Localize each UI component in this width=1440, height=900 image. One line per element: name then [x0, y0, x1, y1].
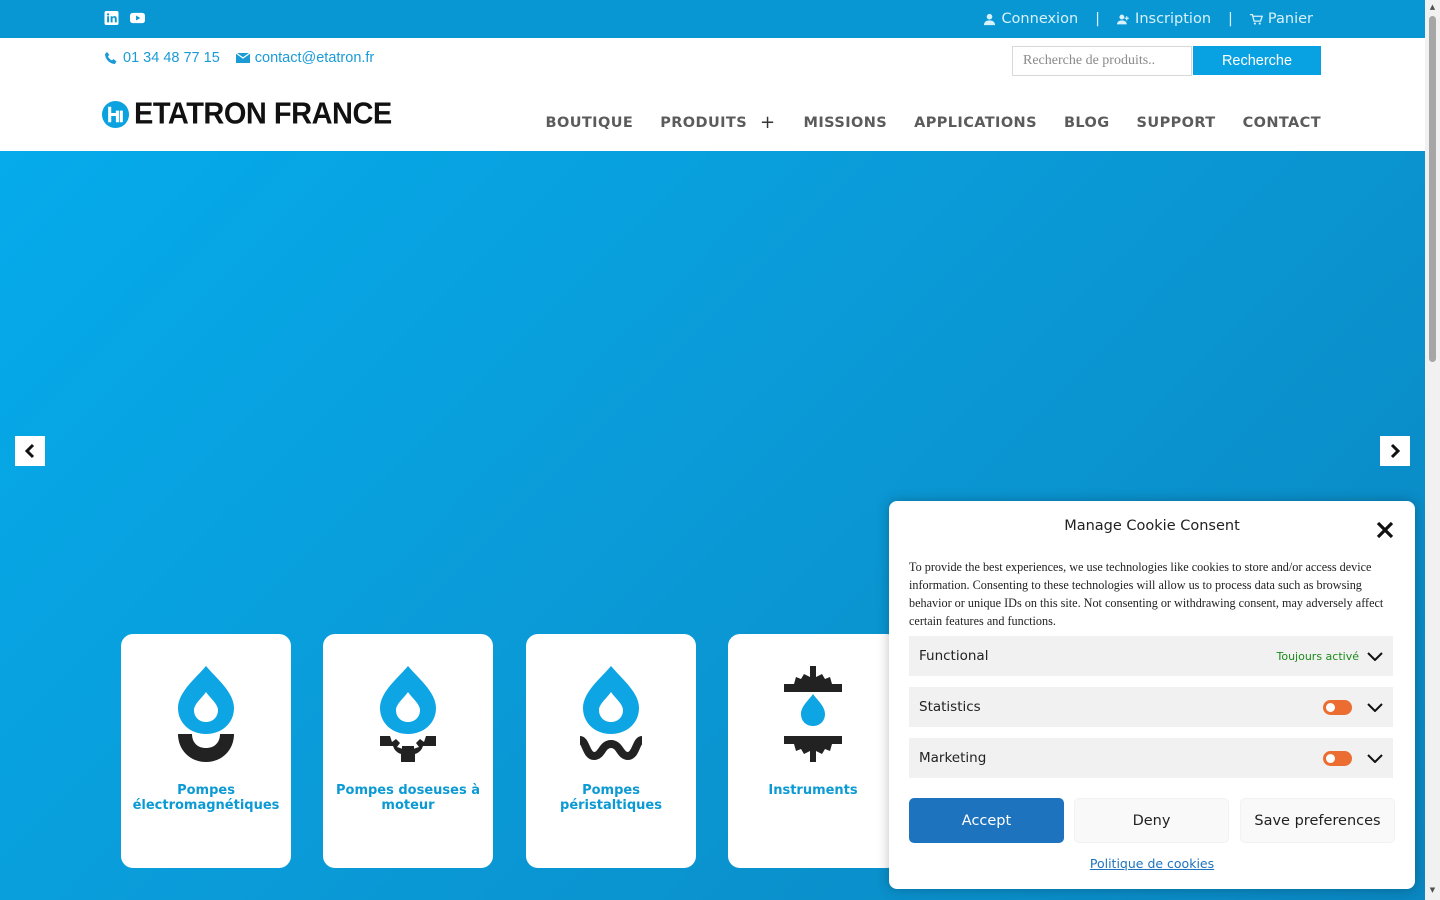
- separator: |: [1228, 11, 1233, 27]
- cookie-title: Manage Cookie Consent: [1064, 518, 1240, 534]
- search-button[interactable]: Recherche: [1193, 46, 1321, 75]
- brand-name: ETATRON FRANCE: [134, 97, 392, 131]
- scroll-up-arrow-icon[interactable]: ▲: [1428, 3, 1437, 12]
- cookie-consent-dialog: Manage Cookie Consent To provide the bes…: [889, 501, 1415, 889]
- cookie-category-marketing[interactable]: Marketing: [909, 738, 1393, 778]
- statistics-toggle[interactable]: [1323, 699, 1352, 715]
- envelope-icon: [235, 52, 250, 63]
- brand-logo[interactable]: ETATRON FRANCE: [101, 97, 392, 131]
- top-bar: Connexion | Inscription | Panier: [0, 0, 1425, 38]
- chevron-right-icon: [1390, 443, 1401, 459]
- register-label: Inscription: [1135, 11, 1212, 27]
- cookie-category-statistics[interactable]: Statistics: [909, 687, 1393, 727]
- product-card-motor[interactable]: Pompes doseuses à moteur: [323, 634, 493, 868]
- product-card-label: Instruments: [768, 783, 858, 798]
- cookie-category-functional[interactable]: Functional Toujours activé: [909, 636, 1393, 676]
- close-icon[interactable]: [1375, 520, 1395, 540]
- nav-item-support[interactable]: SUPPORT: [1137, 115, 1216, 131]
- account-links: Connexion | Inscription | Panier: [983, 0, 1313, 38]
- user-plus-icon: [1117, 14, 1129, 24]
- gear-drop-icon: [784, 666, 842, 762]
- category-name: Marketing: [919, 750, 987, 766]
- scroll-down-arrow-icon[interactable]: ▼: [1428, 886, 1437, 895]
- nav-item-boutique[interactable]: BOUTIQUE: [546, 115, 634, 131]
- cookie-description: To provide the best experiences, we use …: [909, 560, 1384, 628]
- email-link[interactable]: contact@etatron.fr: [235, 50, 375, 66]
- product-card-instruments[interactable]: Instruments: [728, 634, 898, 868]
- chevron-down-icon[interactable]: [1367, 651, 1383, 661]
- drop-wave-icon: [578, 666, 644, 761]
- category-name: Functional: [919, 648, 989, 664]
- user-icon: [984, 13, 996, 25]
- cart-link[interactable]: Panier: [1249, 11, 1313, 27]
- phone-icon: [105, 52, 117, 64]
- youtube-icon[interactable]: [130, 11, 145, 25]
- separator: |: [1095, 11, 1101, 27]
- page-scrollbar[interactable]: ▲ ▼: [1425, 0, 1440, 900]
- chevron-left-icon: [24, 443, 35, 459]
- product-search-input[interactable]: [1012, 46, 1192, 76]
- chevron-down-icon[interactable]: [1367, 753, 1383, 763]
- cart-label: Panier: [1267, 11, 1313, 27]
- slider-next-button[interactable]: [1380, 436, 1410, 466]
- login-link[interactable]: Connexion: [983, 11, 1078, 27]
- cookie-policy-link[interactable]: Politique de cookies: [889, 856, 1415, 871]
- phone-number: 01 34 48 77 15: [123, 50, 220, 66]
- expand-plus-icon[interactable]: +: [760, 112, 775, 133]
- marketing-toggle[interactable]: [1323, 750, 1352, 766]
- drop-magnet-icon: [178, 666, 234, 762]
- product-card-label: Pompes électromagnétiques: [132, 783, 280, 813]
- always-active-label: Toujours activé: [1276, 649, 1360, 663]
- product-card-label: Pompes doseuses à moteur: [335, 783, 481, 813]
- email-address: contact@etatron.fr: [254, 50, 375, 66]
- nav-item-label: PRODUITS: [660, 114, 748, 131]
- phone-link[interactable]: 01 34 48 77 15: [104, 50, 220, 66]
- nav-item-blog[interactable]: BLOG: [1064, 115, 1110, 131]
- linkedin-icon[interactable]: [104, 11, 119, 25]
- nav-item-contact[interactable]: CONTACT: [1243, 115, 1321, 131]
- site-header: 01 34 48 77 15 contact@etatron.fr Recher…: [0, 38, 1425, 151]
- product-card-electromagnetic[interactable]: Pompes électromagnétiques: [121, 634, 291, 868]
- nav-item-applications[interactable]: APPLICATIONS: [914, 115, 1037, 131]
- main-nav: BOUTIQUE PRODUITS + MISSIONS APPLICATION…: [546, 112, 1321, 133]
- product-card-label: Pompes péristaltiques: [560, 783, 662, 813]
- cart-icon: [1249, 13, 1263, 25]
- accept-button[interactable]: Accept: [909, 798, 1064, 843]
- deny-button[interactable]: Deny: [1074, 798, 1229, 843]
- nav-item-missions[interactable]: MISSIONS: [804, 115, 888, 131]
- save-preferences-button[interactable]: Save preferences: [1240, 798, 1395, 843]
- contact-info: 01 34 48 77 15 contact@etatron.fr: [104, 50, 374, 66]
- slider-prev-button[interactable]: [15, 436, 45, 466]
- drop-gear-icon: [380, 666, 436, 762]
- etatron-logo-icon: [101, 100, 130, 129]
- product-card-peristaltic[interactable]: Pompes péristaltiques: [526, 634, 696, 868]
- chevron-down-icon[interactable]: [1367, 702, 1383, 712]
- register-link[interactable]: Inscription: [1117, 11, 1211, 27]
- login-label: Connexion: [1001, 11, 1079, 27]
- scroll-thumb[interactable]: [1429, 16, 1436, 362]
- category-name: Statistics: [919, 699, 981, 715]
- nav-item-produits[interactable]: PRODUITS +: [660, 112, 775, 133]
